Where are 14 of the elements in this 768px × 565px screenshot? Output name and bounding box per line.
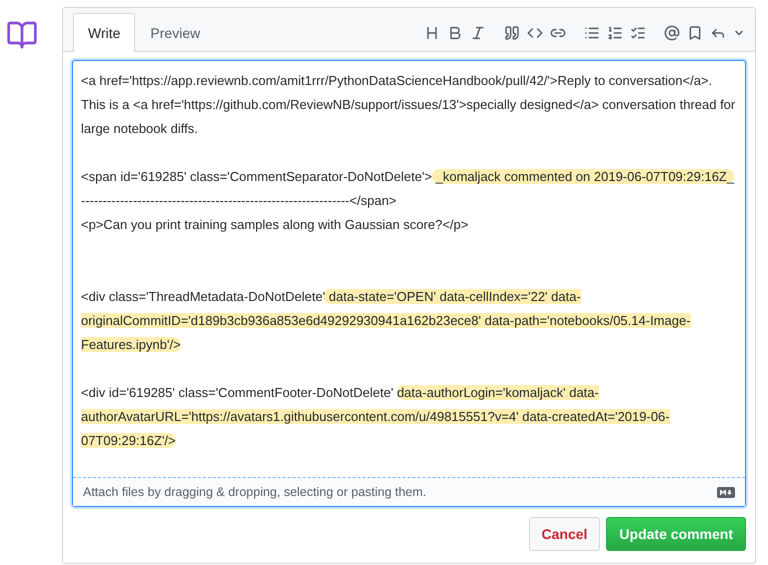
book-icon bbox=[6, 19, 38, 51]
quote-icon[interactable] bbox=[504, 24, 520, 40]
bookmark-icon[interactable] bbox=[687, 24, 703, 40]
cancel-button[interactable]: Cancel bbox=[528, 517, 600, 551]
italic-icon[interactable] bbox=[470, 24, 486, 40]
bullet-list-icon[interactable] bbox=[584, 24, 600, 40]
mention-icon[interactable] bbox=[664, 24, 680, 40]
task-list-icon[interactable] bbox=[630, 24, 646, 40]
attach-files-hint: Attach files by dragging & dropping, selecting or pasting them. bbox=[83, 485, 426, 499]
editor-tab[interactable]: Write bbox=[73, 13, 136, 52]
numbered-list-icon[interactable] bbox=[607, 24, 623, 40]
editor-tab[interactable]: Preview bbox=[135, 13, 216, 52]
comment-text-area[interactable]: <a href='https://app.reviewnb.com/amit1rrr/PythonDataScienceHandbook/pull/42/'>Reply to conversation</a>. This is a <a href='https://github.com/ReviewNB/support/issues/13'>specially designed</a> conversation thread for large notebook diffs. <span id='619285' class='CommentSeparator-DoNotDelete'> _komaljack commented on 2019-06-07T09:29:16Z_ --------------------------------------------------------------</span> <p>Can you print training samples along with Gaussian score?</p> <div class='ThreadMetadata-DoNotDelete' data-state='OPEN' data-cellIndex='22' data-originalCommitID='d189b3cb936a853e6d49292930941a162b23ece8' data-path='notebooks/05.14-Image-Features.ipynb'/> <div id='619285' class='CommentFooter-DoNotDelete' data-authorLogin='komaljack' data-authorAvatarURL='https://avatars1.githubusercontent.com/u/49815551?v=4' data-createdAt='2019-06-07T09:29:16Z'/> bbox=[73, 61, 745, 477]
markdown-icon bbox=[717, 486, 735, 498]
